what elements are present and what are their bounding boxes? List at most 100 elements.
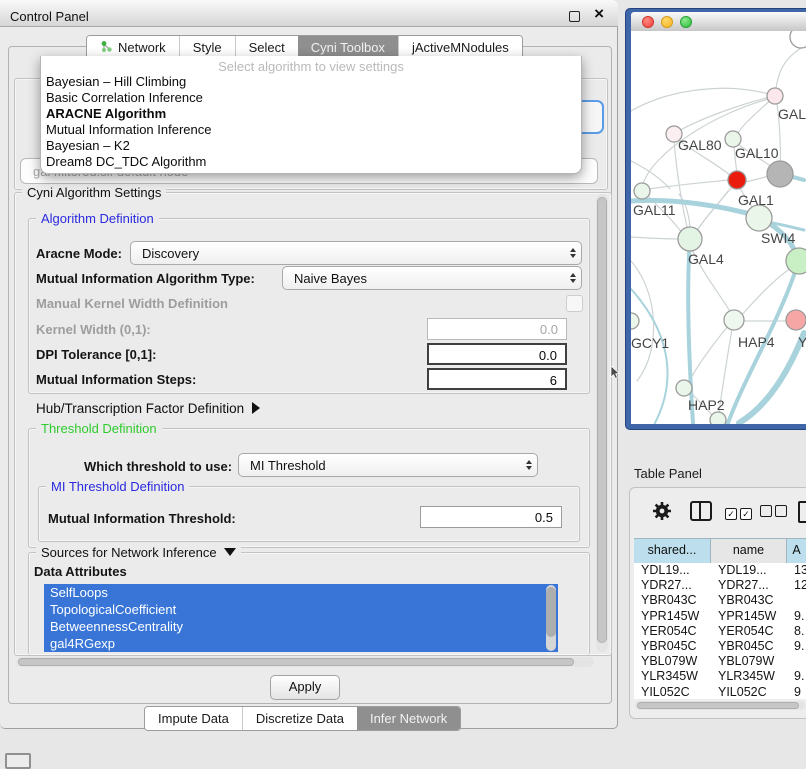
node-red[interactable] [728,171,746,189]
column-header-a[interactable]: A [787,539,806,563]
table-cell[interactable]: 9 [787,685,806,700]
table-cell[interactable]: YPR145W [634,609,711,624]
unselect-all-columns-icon[interactable] [760,504,790,522]
node-gal4[interactable] [678,227,702,251]
attribute-item-betweennesscentrality[interactable]: BetweennessCentrality [44,618,558,635]
mi-algorithm-type-combo[interactable]: Naive Bayes [282,266,582,290]
aracne-mode-combo[interactable]: Discovery [130,241,582,265]
network-window-titlebar[interactable] [631,12,806,32]
table-cell[interactable]: YBR043C [711,593,787,608]
tab-infer-network[interactable]: Infer Network [357,707,460,730]
select-all-columns-icon[interactable]: ✓✓ [725,504,755,522]
table-row[interactable]: YBL079WYBL079W [634,654,806,669]
algorithm-option-dream8-dc-tdc-algorithm[interactable]: Dream8 DC_TDC Algorithm [41,154,581,170]
column-header-shared-[interactable]: shared... [634,539,711,563]
tab-discretize-data[interactable]: Discretize Data [242,707,357,730]
table-cell[interactable]: 9. [787,639,806,654]
apply-button[interactable]: Apply [270,675,340,700]
attribute-item-selfloops[interactable]: SelfLoops [44,584,558,601]
table-cell[interactable]: YLR345W [634,669,711,684]
node-gcy1[interactable] [631,313,639,329]
attributes-scrollbar-thumb[interactable] [546,587,556,637]
node-gal11[interactable] [634,183,650,199]
settings-scrollbar[interactable] [596,194,608,652]
close-traffic-light-icon[interactable] [642,16,654,28]
split-columns-icon[interactable] [690,501,712,521]
table-cell[interactable] [787,654,806,669]
table-cell[interactable]: 12 [787,578,806,593]
table-hscrollbar-thumb[interactable] [637,702,799,709]
float-window-icon[interactable] [569,11,580,22]
kernel-width-field[interactable]: 0.0 [427,318,567,340]
node-hap4[interactable] [724,310,744,330]
which-threshold-combo[interactable]: MI Threshold [238,453,538,477]
table-row[interactable]: YPR145WYPR145W9. [634,609,806,624]
table-cell[interactable]: YBR045C [634,639,711,654]
algorithm-option-aracne-algorithm[interactable]: ARACNE Algorithm [41,106,581,122]
table-cell[interactable]: YDR27... [634,578,711,593]
node-bottom[interactable] [710,412,726,424]
algorithm-option-mutual-information-inference[interactable]: Mutual Information Inference [41,122,581,138]
table-cell[interactable]: YBR045C [711,639,787,654]
sources-toggle[interactable]: Sources for Network Inference [36,545,241,560]
node-label-gal4: GAL4 [688,251,724,267]
table-cell[interactable]: YLR345W [711,669,787,684]
table-cell[interactable]: YDR27... [711,578,787,593]
hub-definition-toggle[interactable]: Hub/Transcription Factor Definition [36,401,260,416]
table-cell[interactable]: 9. [787,609,806,624]
mi-threshold-field[interactable]: 0.5 [420,506,562,528]
minimize-traffic-light-icon[interactable] [661,16,673,28]
node-swi4[interactable] [786,248,806,274]
table-cell[interactable]: 9. [787,669,806,684]
algorithm-option-basic-correlation-inference[interactable]: Basic Correlation Inference [41,90,581,106]
attribute-item-gal4rgexp[interactable]: gal4RGexp [44,635,558,652]
new-table-icon[interactable] [798,501,806,523]
table-row[interactable]: YER054CYER054C8. [634,624,806,639]
table-cell[interactable]: YER054C [711,624,787,639]
table-row[interactable]: YDL19...YDL19...13 [634,563,806,578]
algorithm-option-bayesian-k2[interactable]: Bayesian – K2 [41,138,581,154]
table-cell[interactable]: 13 [787,563,806,578]
table-row[interactable]: YBR045CYBR045C9. [634,639,806,654]
table-cell[interactable]: 8. [787,624,806,639]
table-cell[interactable]: YDL19... [711,563,787,578]
table-header[interactable]: shared...nameA [634,538,806,564]
settings-scrollbar-thumb[interactable] [597,197,607,643]
close-icon[interactable]: × [594,4,604,24]
node-pink[interactable] [786,310,806,330]
table-cell[interactable]: YER054C [634,624,711,639]
node-hap2[interactable] [676,380,692,396]
table-row[interactable]: YLR345WYLR345W9. [634,669,806,684]
maximize-traffic-light-icon[interactable] [680,16,692,28]
table-cell[interactable]: YBR043C [634,593,711,608]
manual-kernel-width-checkbox[interactable] [566,295,583,312]
attributes-scrollbar[interactable] [546,585,556,651]
table-cell[interactable]: YDL19... [634,563,711,578]
mi-steps-field[interactable]: 6 [427,368,567,390]
tab-impute-data[interactable]: Impute Data [145,707,242,730]
table-cell[interactable]: YBL079W [711,654,787,669]
table-cell[interactable]: YPR145W [711,609,787,624]
column-header-name[interactable]: name [711,539,787,563]
table-cell[interactable]: YIL052C [711,685,787,700]
attribute-item-topologicalcoefficient[interactable]: TopologicalCoefficient [44,601,558,618]
table-cell[interactable] [787,593,806,608]
control-panel-titlebar[interactable]: Control Panel × [0,0,618,27]
settings-hscrollbar[interactable] [16,657,594,667]
node-gal2[interactable] [767,88,783,104]
table-cell[interactable]: YIL052C [634,685,711,700]
algorithm-option-bayesian-hill-climbing[interactable]: Bayesian – Hill Climbing [41,74,581,90]
node-top-arc[interactable] [790,31,806,48]
table-row[interactable]: YBR043CYBR043C [634,593,806,608]
node-gray[interactable] [767,161,793,187]
table-row[interactable]: YIL052CYIL052C9 [634,685,806,700]
settings-hscrollbar-thumb[interactable] [18,658,574,666]
table-hscrollbar[interactable] [635,701,805,710]
node-gal1[interactable] [746,205,772,231]
table-row[interactable]: YDR27...YDR27...12 [634,578,806,593]
dpi-tolerance-field[interactable]: 0.0 [427,343,567,365]
gear-icon[interactable] [652,501,672,521]
network-canvas[interactable]: GALGAL80GAL10GAL1GAL11SWI4GAL4GCY1HAP4YH… [631,31,806,424]
table-cell[interactable]: YBL079W [634,654,711,669]
minimized-panel-icon[interactable] [5,753,31,769]
